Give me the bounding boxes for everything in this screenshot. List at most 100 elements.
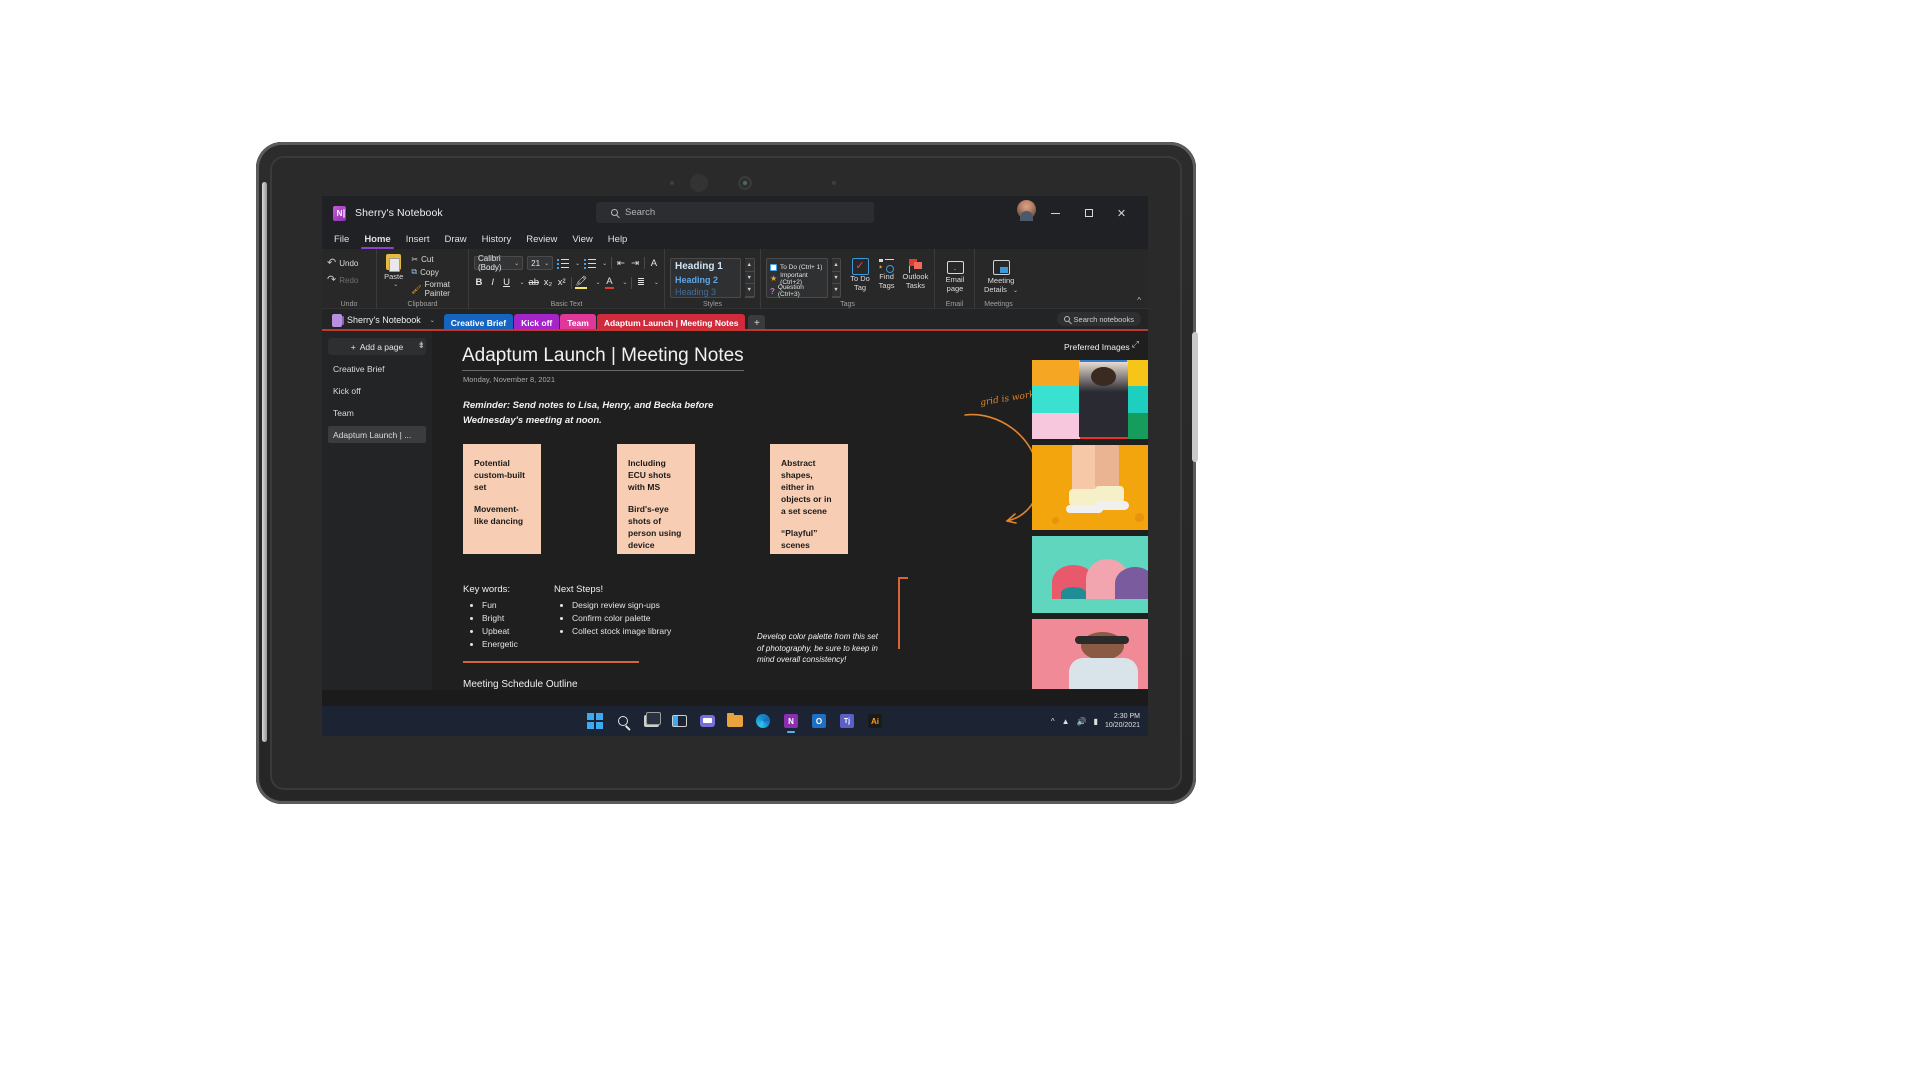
teams-icon[interactable]: Tj [839, 713, 855, 729]
more-tags-icon[interactable]: ▼ [832, 284, 840, 298]
file-explorer-icon[interactable] [727, 713, 743, 729]
styles-gallery[interactable]: Heading 1 Heading 2 Heading 3 [670, 258, 741, 298]
page-item-adaptum-launch[interactable]: Adaptum Launch | ... [328, 426, 426, 443]
highlighter-icon[interactable]: 🖍 [575, 276, 588, 289]
font-size-select[interactable]: 21 ⌄ [527, 256, 554, 270]
italic-button[interactable]: I [488, 277, 498, 288]
reminder-text[interactable]: Reminder: Send notes to Lisa, Henry, and… [463, 399, 721, 428]
note-canvas[interactable]: ⤢ Adaptum Launch | Meeting Notes Monday,… [432, 331, 1148, 690]
chevron-down-icon[interactable]: ⌄ [519, 279, 524, 286]
more-styles-icon[interactable]: ▼ [744, 284, 754, 298]
onenote-icon[interactable]: N [783, 713, 799, 733]
undo-button[interactable]: ↶ Undo [327, 258, 371, 269]
develop-palette-note[interactable]: Develop color palette from this set of p… [757, 631, 882, 666]
sort-pages-icon[interactable]: ⇟ [417, 340, 425, 351]
image-grid-collage[interactable] [1032, 360, 1148, 439]
numbering-button[interactable]: ⌄ [584, 258, 607, 269]
strikethrough-button[interactable]: ab [528, 277, 539, 288]
clock[interactable]: 2:30 PM 10/20/2021 [1105, 712, 1140, 730]
scroll-down-icon[interactable]: ▼ [832, 271, 840, 285]
maximize-button[interactable] [1072, 196, 1105, 230]
align-icon[interactable]: ≣ [636, 277, 646, 288]
font-name-select[interactable]: Calibri (Body) ⌄ [474, 254, 524, 272]
keywords-list[interactable]: Fun Bright Upbeat Energetic [472, 599, 518, 651]
underline-button[interactable]: U [502, 277, 512, 288]
scroll-up-icon[interactable]: ▲ [832, 259, 840, 272]
chevron-down-icon[interactable]: ⌄ [654, 279, 659, 286]
chevron-down-icon[interactable]: ⌄ [393, 282, 398, 289]
next-steps-list[interactable]: Design review sign-ups Confirm color pal… [562, 599, 671, 638]
styles-scroll-spinner[interactable]: ▲ ▼ ▼ [744, 258, 755, 298]
illustrator-icon[interactable]: Ai [867, 713, 883, 729]
image-person-pink[interactable] [1032, 619, 1148, 689]
chevron-up-icon[interactable]: ^ [1051, 717, 1055, 726]
search-notebooks-button[interactable]: Search notebooks [1056, 312, 1141, 326]
volume-icon[interactable]: 🔊 [1077, 717, 1087, 726]
email-page-button[interactable]: Email page [940, 261, 970, 293]
decrease-indent-icon[interactable]: ⇤ [616, 258, 626, 269]
battery-icon[interactable]: ▮ [1094, 717, 1098, 726]
chevron-down-icon[interactable]: ⌄ [622, 279, 627, 286]
bullets-button[interactable]: ⌄ [557, 258, 580, 269]
format-painter-button[interactable]: 🖌 Format Painter [411, 280, 463, 298]
sticky-note-2[interactable]: Including ECU shots with MS Bird's-eye s… [617, 444, 695, 554]
cut-button[interactable]: ✂ Cut [411, 255, 463, 264]
tags-gallery[interactable]: To Do (Ctrl+ 1) ★ Important (Ctrl+2) ? Q… [766, 258, 829, 298]
close-button[interactable]: ✕ [1105, 196, 1138, 230]
clear-formatting-icon[interactable]: A [649, 258, 659, 269]
page-item-team[interactable]: Team [328, 404, 426, 421]
account-avatar[interactable] [1017, 200, 1036, 221]
collapse-ribbon-button[interactable]: ^ [1137, 296, 1141, 305]
schedule-heading[interactable]: Meeting Schedule Outline [463, 679, 578, 690]
find-tags-button[interactable]: Find Tags [875, 258, 898, 290]
menu-insert[interactable]: Insert [405, 234, 431, 245]
scroll-down-icon[interactable]: ▼ [744, 271, 754, 285]
page-title[interactable]: Adaptum Launch | Meeting Notes [462, 345, 744, 371]
menu-review[interactable]: Review [525, 234, 558, 245]
increase-indent-icon[interactable]: ⇥ [630, 258, 640, 269]
edge-icon[interactable] [755, 713, 771, 729]
menu-file[interactable]: File [333, 234, 350, 245]
chevron-down-icon[interactable]: ⌄ [595, 279, 600, 286]
tags-scroll-spinner[interactable]: ▲ ▼ ▼ [832, 258, 841, 298]
start-icon[interactable] [587, 713, 603, 729]
outlook-icon[interactable]: O [811, 713, 827, 729]
sticky-note-3[interactable]: Abstract shapes, either in objects or in… [770, 444, 848, 554]
page-item-kick-off[interactable]: Kick off [328, 382, 426, 399]
menu-home[interactable]: Home [361, 234, 395, 249]
tag-question[interactable]: ? Question (Ctrl+3) [770, 284, 824, 298]
notebook-selector[interactable]: Sherry's Notebook ⌄ [332, 309, 444, 331]
minimize-button[interactable] [1039, 196, 1072, 230]
bold-button[interactable]: B [474, 277, 484, 288]
add-page-button[interactable]: + Add a page [328, 338, 426, 355]
search-icon[interactable] [615, 713, 631, 729]
document-title: Sherry's Notebook [355, 207, 443, 219]
style-heading-2[interactable]: Heading 2 [675, 274, 736, 287]
meeting-details-button[interactable]: Meeting Details ⌄ [980, 260, 1022, 295]
sticky-note-1[interactable]: Potential custom-built set Movement-like… [463, 444, 541, 554]
page-item-creative-brief[interactable]: Creative Brief [328, 360, 426, 377]
outlook-tasks-button[interactable]: Outlook Tasks [902, 258, 929, 290]
superscript-button[interactable]: x² [557, 277, 567, 288]
expand-page-icon[interactable]: ⤢ [1132, 339, 1139, 350]
menu-help[interactable]: Help [607, 234, 629, 245]
copy-button[interactable]: ⧉ Copy [411, 267, 463, 277]
font-color-icon[interactable]: A [604, 276, 615, 289]
style-heading-1[interactable]: Heading 1 [675, 261, 736, 274]
menu-history[interactable]: History [481, 234, 513, 245]
chevron-down-icon[interactable]: ⌄ [1013, 288, 1018, 294]
style-heading-3[interactable]: Heading 3 [675, 286, 736, 299]
image-legs-yellow[interactable] [1032, 445, 1148, 530]
subscript-button[interactable]: x₂ [543, 277, 553, 288]
widgets-icon[interactable] [671, 713, 687, 729]
paste-button[interactable]: Paste ⌄ [382, 254, 405, 289]
chat-icon[interactable] [699, 713, 715, 729]
wifi-icon[interactable]: ▲ [1062, 717, 1070, 726]
menu-view[interactable]: View [571, 234, 593, 245]
task-view-icon[interactable] [643, 712, 661, 729]
scroll-up-icon[interactable]: ▲ [744, 259, 754, 272]
todo-tag-button[interactable]: ✓ To Do Tag [849, 258, 872, 292]
search-input[interactable]: Search [596, 202, 874, 223]
menu-draw[interactable]: Draw [443, 234, 467, 245]
image-abstract-shapes[interactable] [1032, 536, 1148, 613]
